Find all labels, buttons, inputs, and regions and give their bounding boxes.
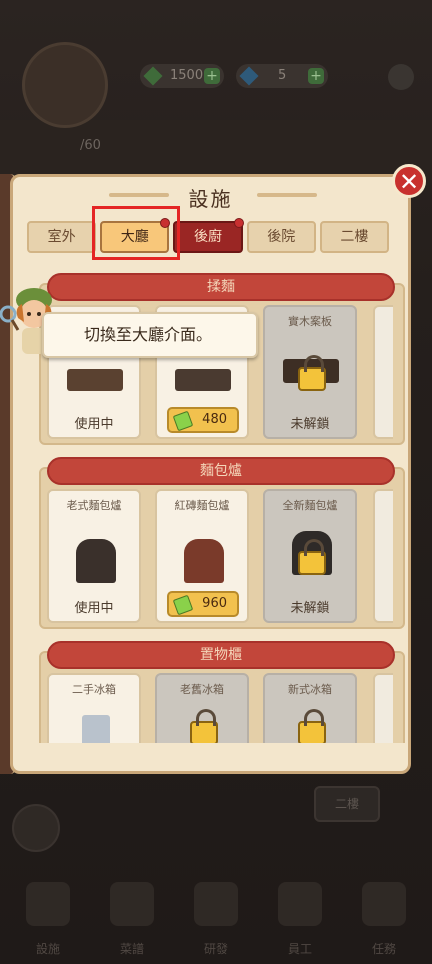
tab-label: 大廳	[120, 229, 149, 245]
nav-label: 設施	[35, 942, 60, 956]
lock-icon	[298, 709, 326, 743]
card-status: 使用中	[74, 601, 114, 616]
nav-label: 菜譜	[119, 942, 144, 956]
facility-card[interactable]: 二手冰箱	[47, 673, 141, 743]
facility-card-locked[interactable]: 新式冰箱	[263, 673, 357, 743]
facility-card-locked[interactable]: 老舊冰箱	[155, 673, 249, 743]
level-value: 60	[84, 138, 101, 153]
facility-icon	[26, 882, 70, 926]
scene-floor	[0, 120, 432, 180]
lock-icon	[298, 539, 326, 575]
facility-card[interactable]: 老式麵包爐 使用中	[47, 489, 141, 623]
staff-icon	[278, 882, 322, 926]
tab-label: 室外	[47, 229, 76, 245]
card-status: 使用中	[74, 417, 114, 432]
close-button[interactable]: ✕	[392, 164, 426, 198]
nav-facility[interactable]: 設施	[16, 882, 80, 956]
wooden-table-icon	[67, 369, 123, 391]
section-header: 置物櫃	[47, 641, 395, 669]
partial-card[interactable]	[373, 673, 393, 743]
level-progress-text: /60	[80, 138, 101, 153]
notification-dot	[160, 218, 171, 228]
panel-body: 設施 室外 大廳 後廚 後院 二樓 揉麵 使用中 480 實木案板 未解鎖 麵包…	[10, 174, 411, 774]
lock-icon	[190, 709, 218, 743]
partial-card[interactable]	[373, 489, 393, 623]
floor-sign[interactable]: 二樓	[314, 786, 380, 822]
partial-card[interactable]	[373, 305, 393, 439]
section-header: 麵包爐	[47, 457, 395, 485]
facility-card-locked[interactable]: 全新麵包爐 未解鎖	[263, 489, 357, 623]
category-tabs: 室外 大廳 後廚 後院 二樓	[27, 218, 390, 253]
buy-button[interactable]: 480	[167, 407, 239, 433]
fridge-icon	[82, 715, 110, 743]
bottom-navigation: 設施 菜譜 研發 員工 任務	[0, 870, 432, 964]
stone-table-icon	[175, 369, 231, 391]
tab-label: 後院	[267, 229, 296, 245]
card-name: 全新麵包爐	[282, 499, 338, 512]
guide-eye-right	[37, 312, 41, 316]
tab-kitchen[interactable]: 後廚	[173, 218, 244, 253]
card-status: 未解鎖	[290, 601, 330, 616]
cash-icon	[172, 410, 194, 432]
tab-lobby[interactable]: 大廳	[100, 218, 171, 253]
magnifier-icon	[0, 305, 17, 323]
oven-icon	[76, 539, 116, 583]
panel-title: 設施	[188, 187, 233, 211]
facility-panel: 設施 室外 大廳 後廚 後院 二樓 揉麵 使用中 480 實木案板 未解鎖 麵包…	[0, 174, 411, 774]
section-bread-oven: 麵包爐 老式麵包爐 使用中 紅磚麵包爐 960 全新麵包爐 未解鎖	[39, 457, 405, 629]
card-name: 二手冰箱	[72, 683, 116, 696]
section-storage: 置物櫃 二手冰箱 老舊冰箱 新式冰箱	[39, 641, 405, 743]
tab-outdoor[interactable]: 室外	[27, 221, 97, 253]
green-currency-counter: 1500 +	[140, 64, 224, 88]
section-kneading: 揉麵 使用中 480 實木案板 未解鎖	[39, 273, 405, 445]
blue-currency-value: 5	[278, 68, 287, 83]
facility-card-locked[interactable]: 實木案板 未解鎖	[263, 305, 357, 439]
buy-button[interactable]: 960	[167, 591, 239, 617]
magnifier-handle	[10, 319, 20, 331]
nav-label: 員工	[287, 942, 312, 956]
add-blue-currency-button[interactable]: +	[308, 68, 324, 84]
facility-card[interactable]: 紅磚麵包爐 960	[155, 489, 249, 623]
lock-icon	[298, 355, 326, 391]
recipe-book-icon	[110, 882, 154, 926]
card-name: 紅磚麵包爐	[174, 499, 230, 512]
blue-gem-icon	[239, 66, 259, 86]
tab-label: 二樓	[340, 229, 369, 245]
green-currency-value: 1500	[170, 68, 204, 83]
research-icon	[194, 882, 238, 926]
nav-tasks[interactable]: 任務	[352, 882, 416, 956]
add-green-currency-button[interactable]: +	[204, 68, 220, 84]
tutorial-speech-bubble: 切換至大廳介面。	[42, 312, 258, 358]
card-name: 老式麵包爐	[66, 499, 122, 512]
card-name: 老舊冰箱	[180, 683, 224, 696]
notification-dot	[233, 218, 244, 228]
nav-label: 任務	[371, 942, 396, 956]
card-status: 未解鎖	[290, 417, 330, 432]
tutorial-text: 切換至大廳介面。	[84, 325, 213, 344]
tab-label: 後廚	[194, 229, 222, 245]
card-name: 新式冰箱	[288, 683, 332, 696]
cash-icon	[172, 594, 194, 616]
settings-icon[interactable]	[388, 64, 414, 90]
guide-eye-left	[27, 312, 31, 316]
blue-currency-counter: 5 +	[236, 64, 328, 88]
nav-label: 研發	[203, 942, 228, 956]
section-header: 揉麵	[47, 273, 395, 301]
tab-second-floor[interactable]: 二樓	[319, 221, 390, 253]
player-avatar[interactable]	[22, 42, 108, 128]
task-icon	[362, 882, 406, 926]
price-value: 480	[202, 412, 227, 427]
nav-staff[interactable]: 員工	[268, 882, 332, 956]
home-button[interactable]	[12, 804, 60, 852]
tab-backyard[interactable]: 後院	[246, 221, 316, 253]
brick-oven-icon	[184, 539, 224, 583]
price-value: 960	[202, 596, 227, 611]
card-name: 實木案板	[288, 315, 332, 328]
nav-research[interactable]: 研發	[184, 882, 248, 956]
nav-recipes[interactable]: 菜譜	[100, 882, 164, 956]
green-gem-icon	[143, 66, 163, 86]
